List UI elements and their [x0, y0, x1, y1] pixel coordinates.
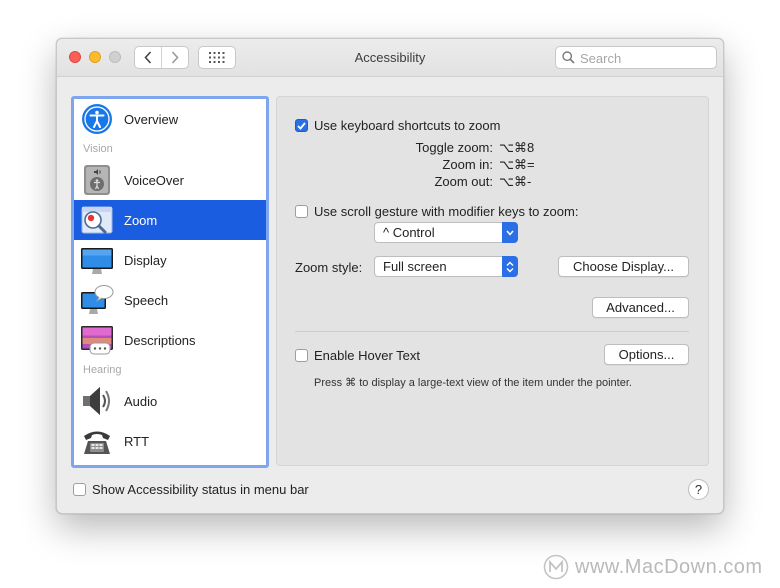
descriptions-icon: [81, 326, 113, 355]
zoom-out-shortcut: Zoom out: ⌥⌘-: [373, 174, 531, 190]
checkmark-icon: [297, 121, 306, 130]
hover-text-options-button[interactable]: Options...: [604, 344, 689, 365]
advanced-button[interactable]: Advanced...: [592, 297, 689, 318]
modifier-key-value: ^ Control: [383, 225, 435, 240]
scroll-gesture-option: Use scroll gesture with modifier keys to…: [295, 204, 578, 219]
sidebar-item-label: RTT: [124, 433, 150, 449]
scroll-gesture-label: Use scroll gesture with modifier keys to…: [314, 204, 579, 219]
sidebar-item-rtt[interactable]: RTT: [74, 421, 266, 461]
help-button[interactable]: ?: [688, 479, 709, 500]
keyboard-shortcuts-option: Use keyboard shortcuts to zoom: [295, 118, 500, 133]
sidebar-item-voiceover[interactable]: VoiceOver: [74, 160, 266, 200]
title-bar: Accessibility: [57, 39, 723, 77]
sidebar-item-label: Zoom: [124, 212, 158, 228]
section-header-vision: Vision: [83, 143, 113, 155]
watermark-text: www.MacDown.com: [575, 555, 763, 578]
chevron-down-icon: [502, 222, 518, 243]
search-field[interactable]: [555, 46, 717, 69]
zoom-in-shortcut: Zoom in: ⌥⌘=: [373, 157, 535, 173]
menu-bar-status-label: Show Accessibility status in menu bar: [92, 482, 309, 497]
zoom-out-keys: ⌥⌘-: [499, 174, 532, 189]
sidebar-item-display[interactable]: Display: [74, 240, 266, 280]
zoom-in-label: Zoom in:: [442, 157, 493, 172]
zoom-style-value: Full screen: [383, 259, 447, 274]
menu-bar-status-checkbox[interactable]: [73, 483, 86, 496]
toggle-zoom-shortcut: Toggle zoom: ⌥⌘8: [373, 140, 535, 156]
toggle-zoom-label: Toggle zoom:: [415, 140, 493, 155]
speaker-icon: [83, 387, 110, 415]
display-icon: [81, 248, 113, 274]
sidebar-item-overview[interactable]: Overview: [74, 99, 266, 139]
sidebar-item-label: Overview: [124, 111, 179, 127]
watermark: www.MacDown.com: [543, 554, 763, 580]
sidebar-item-label: Display: [124, 252, 167, 268]
category-list: Overview Vision VoiceOver Zoom Display S…: [71, 96, 269, 468]
accessibility-icon: [82, 104, 112, 134]
sidebar-item-zoom[interactable]: Zoom: [74, 200, 266, 240]
sidebar-item-label: Descriptions: [124, 332, 196, 348]
zoom-icon: [81, 206, 113, 234]
hover-text-hint: Press ⌘ to display a large-text view of …: [314, 377, 632, 389]
hover-text-checkbox[interactable]: [295, 349, 308, 362]
sidebar-item-label: Audio: [124, 393, 158, 409]
hover-text-label: Enable Hover Text: [314, 348, 420, 363]
zoom-settings-pane: Use keyboard shortcuts to zoom Toggle zo…: [276, 96, 709, 466]
macdown-logo-icon: [543, 554, 569, 580]
section-divider: [295, 331, 689, 332]
telephone-icon: [84, 431, 110, 454]
modifier-key-popup[interactable]: ^ Control: [374, 222, 518, 243]
menu-bar-status-option: Show Accessibility status in menu bar: [73, 482, 309, 497]
keyboard-shortcuts-label: Use keyboard shortcuts to zoom: [314, 118, 501, 133]
zoom-style-label: Zoom style:: [295, 260, 363, 275]
sidebar-item-audio[interactable]: Audio: [74, 381, 266, 421]
sidebar-item-descriptions[interactable]: Descriptions: [74, 320, 266, 360]
hover-text-option: Enable Hover Text: [295, 348, 420, 363]
sidebar-item-speech[interactable]: Speech: [74, 280, 266, 320]
sidebar-item-label: Speech: [124, 292, 169, 308]
zoom-style-popup[interactable]: Full screen: [374, 256, 518, 277]
search-input[interactable]: [580, 49, 710, 67]
section-header-hearing: Hearing: [83, 364, 122, 376]
search-icon: [562, 51, 575, 64]
voiceover-icon: [84, 165, 110, 195]
choose-display-button[interactable]: Choose Display...: [558, 256, 689, 277]
toggle-zoom-keys: ⌥⌘8: [499, 140, 535, 155]
zoom-out-label: Zoom out:: [434, 174, 493, 189]
speech-icon: [81, 285, 114, 314]
zoom-in-keys: ⌥⌘=: [499, 157, 535, 172]
sidebar-item-label: VoiceOver: [124, 172, 184, 188]
keyboard-shortcuts-checkbox[interactable]: [295, 119, 308, 132]
scroll-gesture-checkbox[interactable]: [295, 205, 308, 218]
chevron-updown-icon: [502, 256, 518, 277]
preferences-window: Accessibility Overview Vision: [56, 38, 724, 514]
